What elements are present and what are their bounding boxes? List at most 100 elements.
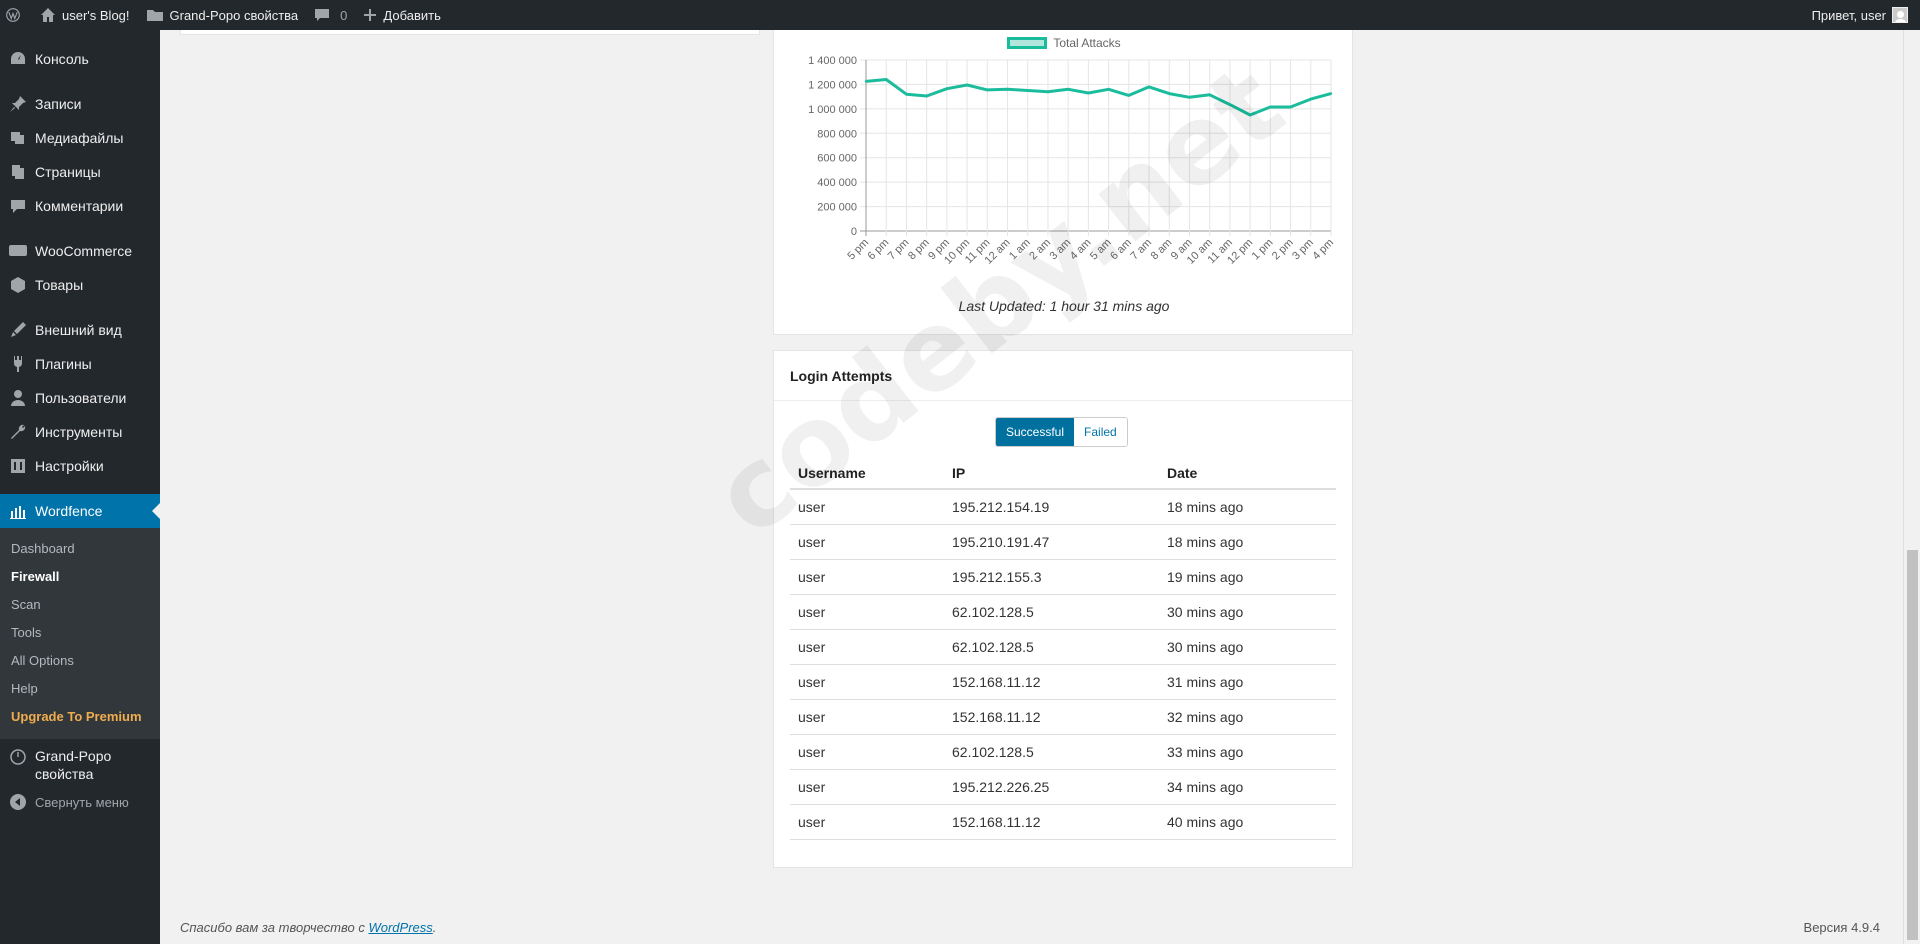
row-username: user [790,594,944,630]
column-header-username: Username [790,457,944,490]
users-icon [8,388,28,408]
sidebar-item-plugins[interactable]: Плагины [0,347,160,381]
data-point [1329,92,1333,95]
row-ip: 62.102.128.5 [944,629,1159,665]
x-tick-label: 4 am [1068,237,1094,263]
avatar [1892,7,1908,23]
row-ip: 152.168.11.12 [944,804,1159,840]
wordpress-logo-icon[interactable] [0,0,32,30]
sidebar-item-appearance[interactable]: Внешний вид [0,313,160,347]
theme-power-icon [8,747,28,767]
sidebar-item-label: Медиафайлы [35,130,124,146]
submenu-item-help[interactable]: Help [0,675,160,703]
row-date: 31 mins ago [1159,664,1336,700]
dashboard-icon [8,49,28,69]
sidebar-item-pages[interactable]: Страницы [0,155,160,189]
sidebar-item-posts[interactable]: Записи [0,87,160,121]
products-icon [8,275,28,295]
collapse-arrow-icon [8,792,28,812]
wordfence-submenu: Dashboard Firewall Scan Tools All Option… [0,528,160,739]
row-date: 33 mins ago [1159,734,1336,770]
left-card-edge [180,30,760,35]
x-tick-label: 5 pm [845,237,871,263]
sidebar-item-comments[interactable]: Комментарии [0,189,160,223]
table-header-row: Username IP Date [790,457,1336,490]
submenu-item-scan[interactable]: Scan [0,591,160,619]
sidebar-item-label: Настройки [35,458,104,474]
admin-sidebar: Консоль Записи Медиафайлы Страницы Комме… [0,30,160,944]
submenu-item-tools[interactable]: Tools [0,619,160,647]
attacks-line-chart: 0 200 000 400 000 600 000 800 000 1 000 000 1 … [808,55,1336,267]
submenu-item-all-options[interactable]: All Options [0,647,160,675]
failed-toggle-button[interactable]: Failed [1074,418,1127,446]
row-ip: 195.212.226.25 [944,769,1159,805]
sidebar-item-label: Страницы [35,164,101,180]
x-tick-label: 1 am [1007,237,1033,263]
sidebar-item-products[interactable]: Товары [0,268,160,302]
data-point [1289,105,1292,109]
page-scrollbar[interactable] [1903,30,1920,944]
media-icon [8,128,28,148]
data-point [1087,91,1090,95]
table-row: user 195.210.191.47 18 mins ago [790,524,1336,560]
sidebar-item-dashboard[interactable]: Консоль [0,42,160,76]
x-tick-label: 7 am [1128,237,1154,263]
x-tick-label: 6 am [1108,237,1134,263]
sidebar-item-label: Grand-Popo свойства [35,748,112,782]
y-tick-label: 200 000 [817,202,857,214]
data-point [1168,92,1171,95]
wordpress-link[interactable]: WordPress [368,920,432,935]
collapse-label: Свернуть меню [35,794,129,810]
x-tick-label: 3 pm [1290,237,1316,263]
data-point [1188,96,1191,99]
submenu-item-dashboard[interactable]: Dashboard [0,535,160,563]
table-row: user 152.168.11.12 31 mins ago [790,664,1336,700]
site-name-link[interactable]: user's Blog! [32,0,138,30]
row-username: user [790,734,944,770]
sidebar-item-media[interactable]: Медиафайлы [0,121,160,155]
row-ip: 152.168.11.12 [944,699,1159,735]
chart-legend[interactable]: Total Attacks [774,36,1354,50]
collapse-menu-button[interactable]: Свернуть меню [0,785,160,819]
sidebar-item-label: Внешний вид [35,322,122,338]
user-account-menu[interactable]: Привет, user [1804,0,1920,30]
successful-toggle-button[interactable]: Successful [996,418,1075,446]
data-point [1208,93,1211,97]
data-point [864,80,868,83]
row-date: 34 mins ago [1159,769,1336,805]
table-row: user 195.212.226.25 34 mins ago [790,769,1336,805]
row-username: user [790,804,944,840]
last-updated-text: Last Updated: 1 hour 31 mins ago [958,298,1170,314]
scrollbar-thumb[interactable] [1907,550,1918,940]
sidebar-item-woocommerce[interactable]: WooCommerce [0,234,160,268]
sidebar-item-label: Пользователи [35,390,127,406]
theme-link[interactable]: Grand-Popo свойства [138,0,307,30]
comments-count: 0 [340,7,348,23]
sidebar-item-tools[interactable]: Инструменты [0,415,160,449]
submenu-item-upgrade[interactable]: Upgrade To Premium [0,703,160,731]
row-date: 32 mins ago [1159,699,1336,735]
comments-link[interactable]: 0 [306,0,355,30]
add-new-link[interactable]: Добавить [355,0,448,30]
sidebar-item-label: Инструменты [35,424,123,440]
table-row: user 62.102.128.5 33 mins ago [790,734,1336,770]
sidebar-item-users[interactable]: Пользователи [0,381,160,415]
sidebar-item-theme[interactable]: Grand-Popo свойства [0,739,160,785]
data-point [1147,85,1151,89]
y-tick-label: 400 000 [817,177,857,189]
row-ip: 62.102.128.5 [944,734,1159,770]
table-row: user 195.212.155.3 19 mins ago [790,559,1336,595]
y-tick-label: 800 000 [817,128,857,140]
data-point [1228,103,1232,106]
sidebar-item-wordfence[interactable]: Wordfence [0,494,160,528]
row-date: 18 mins ago [1159,489,1336,525]
plugins-icon [8,354,28,374]
data-point [885,78,888,81]
table-row: user 62.102.128.5 30 mins ago [790,594,1336,630]
x-tick-label: 8 am [1149,237,1175,263]
submenu-item-firewall[interactable]: Firewall [0,563,160,591]
x-tick-label: 5 am [1088,237,1114,263]
x-tick-label: 7 pm [886,237,912,263]
sidebar-item-settings[interactable]: Настройки [0,449,160,483]
column-header-ip: IP [944,457,1159,490]
